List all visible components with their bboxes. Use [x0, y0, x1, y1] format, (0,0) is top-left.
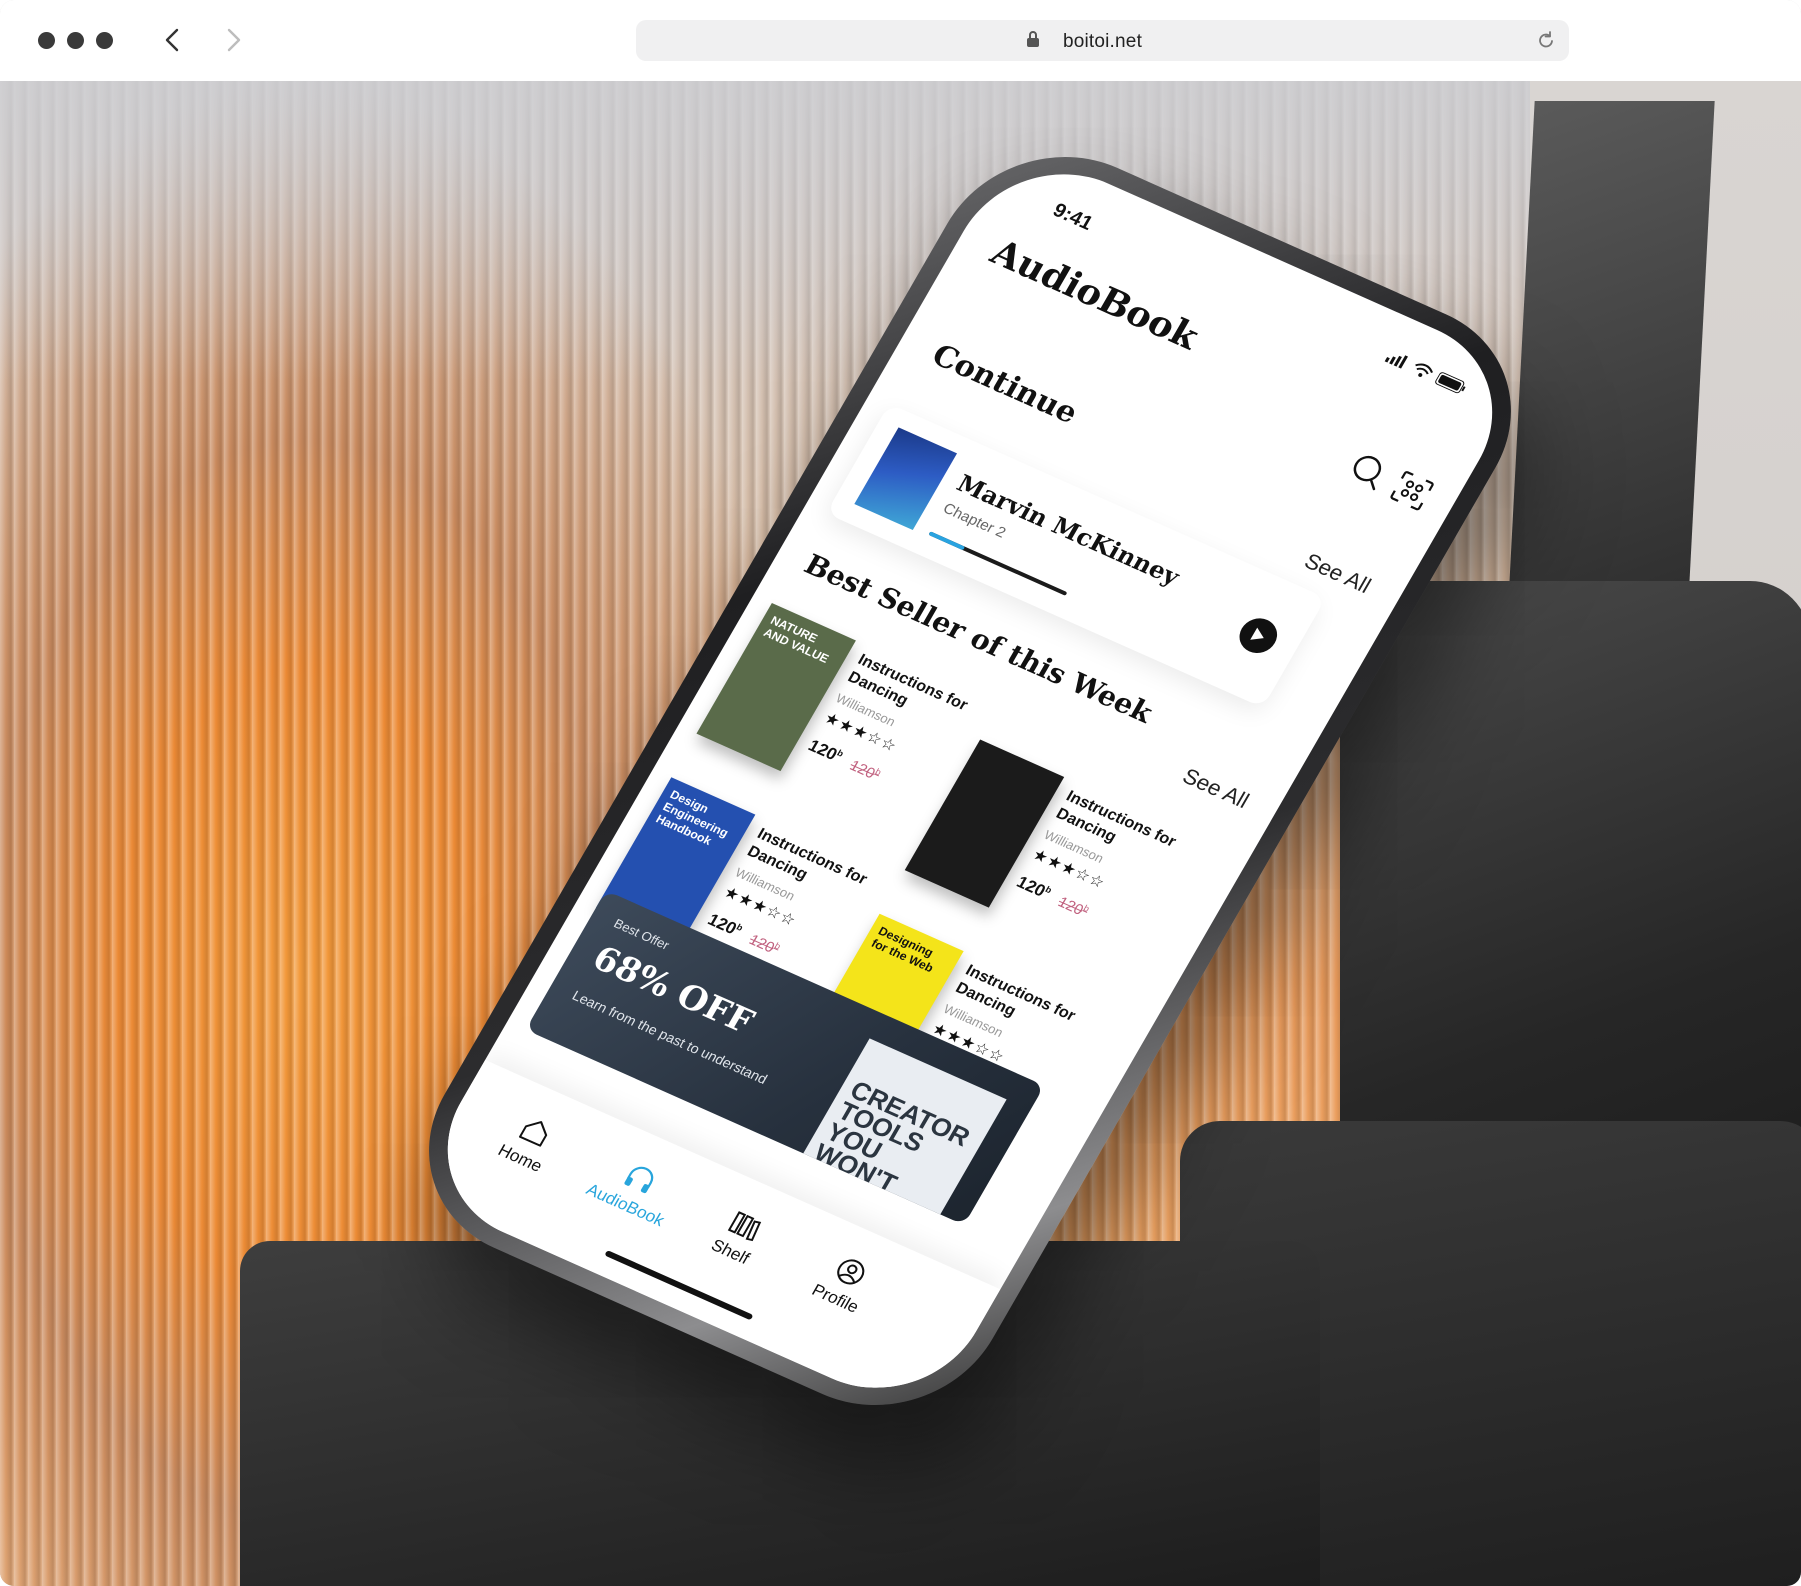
reload-icon[interactable] — [1537, 30, 1555, 55]
back-button[interactable] — [152, 20, 192, 60]
phone-screen: 9:41 AudioBook Continue See All Marvin M… — [409, 142, 1531, 1420]
book-cover-text: NATURE AND VALUE — [761, 613, 832, 666]
book-cover-text: Design Engineering Handbook — [653, 787, 731, 848]
home-icon — [518, 1121, 548, 1147]
status-time: 9:41 — [1049, 199, 1097, 235]
scan-icon[interactable] — [1385, 469, 1436, 517]
headphones-icon — [624, 1166, 654, 1194]
window-minimize-dot[interactable] — [67, 32, 84, 49]
book-old-price: 120b — [846, 757, 884, 783]
status-icons — [1384, 349, 1469, 395]
book-cover-text — [972, 740, 1064, 791]
signal-icon — [1384, 355, 1409, 369]
window-zoom-dot[interactable] — [96, 32, 113, 49]
chevron-left-icon — [165, 28, 179, 52]
offer-cover-text: CREATOR TOOLS YOU WON'T — [808, 1074, 976, 1199]
book-price: 120b — [805, 735, 846, 764]
browser-toolbar: boitoi.net — [0, 0, 1801, 82]
continue-title: Continue — [925, 337, 1084, 431]
tab-profile[interactable]: Profile — [784, 1239, 904, 1328]
tab-audiobook[interactable]: AudioBook — [574, 1145, 694, 1234]
battery-icon — [1435, 372, 1466, 394]
play-icon — [1250, 627, 1264, 640]
offer-book-cover: CREATOR TOOLS YOU WON'T — [799, 1038, 1007, 1222]
wifi-icon — [1415, 363, 1433, 377]
app-title: AudioBook — [983, 231, 1206, 358]
book-price: 120b — [1013, 872, 1054, 901]
tab-home[interactable]: Home — [469, 1098, 589, 1187]
rock — [1505, 101, 1715, 661]
book-old-price: 120b — [1054, 893, 1092, 919]
hero-image: 9:41 AudioBook Continue See All Marvin M… — [0, 81, 1801, 1586]
bestseller-grid: NATURE AND VALUE Instructions for Dancing… — [595, 142, 1530, 1093]
tab-shelf[interactable]: Shelf — [679, 1192, 799, 1281]
profile-icon — [837, 1259, 865, 1285]
url-text: boitoi.net — [1062, 31, 1143, 52]
phone-mockup: 9:41 AudioBook Continue See All Marvin M… — [384, 119, 1556, 1541]
address-bar[interactable]: boitoi.net — [636, 20, 1569, 61]
continue-progress-fill — [928, 531, 965, 551]
browser-window: boitoi.net 9:41 AudioBook Continue See A… — [0, 0, 1801, 1586]
window-close-dot[interactable] — [38, 32, 55, 49]
search-icon[interactable] — [1342, 449, 1393, 497]
phone-frame: 9:41 AudioBook Continue See All Marvin M… — [384, 119, 1556, 1443]
header-actions — [1342, 449, 1437, 516]
forward-button[interactable] — [214, 20, 254, 60]
book-cover-text: Designing for the Web — [868, 923, 936, 976]
play-button[interactable] — [1232, 612, 1284, 659]
chevron-right-icon — [227, 28, 241, 52]
bestseller-see-all-link[interactable]: See All — [1178, 763, 1253, 814]
shelf-icon — [727, 1211, 762, 1242]
offer-headline: 68% OFF — [585, 938, 761, 1043]
